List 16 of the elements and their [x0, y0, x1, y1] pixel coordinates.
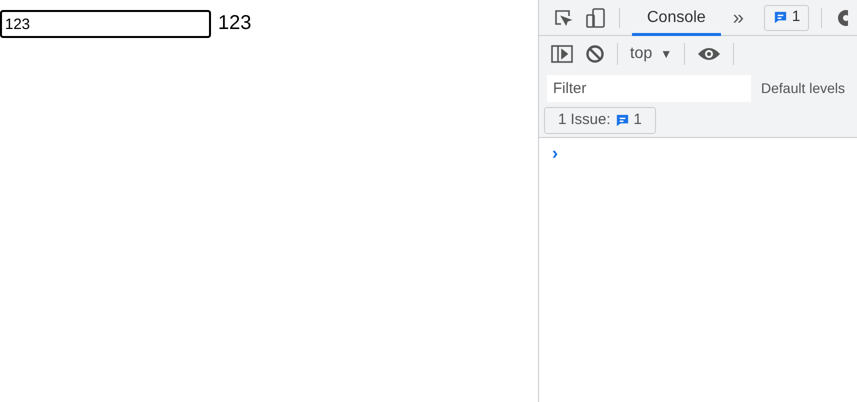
console-prompt[interactable]: ›	[552, 143, 558, 163]
device-icon[interactable]	[585, 6, 607, 28]
filter-field[interactable]: Filter	[547, 74, 751, 102]
issues-button[interactable]: 1 Issue: 1	[544, 107, 656, 134]
more-tabs[interactable]: »	[732, 2, 744, 32]
output-text: 123	[218, 11, 252, 36]
message-icon	[772, 10, 788, 25]
issues-badge[interactable]: 1	[764, 4, 810, 30]
eye-icon[interactable]	[697, 46, 722, 62]
levels-dropdown[interactable]: Default levels	[761, 78, 846, 98]
text-input[interactable]: 123	[0, 10, 211, 38]
clear-icon[interactable]	[585, 44, 605, 64]
sidebar-icon[interactable]	[551, 44, 573, 64]
context-dropdown[interactable]: top ▼	[630, 42, 672, 66]
inspect-icon[interactable]	[553, 8, 573, 28]
message-icon	[614, 113, 630, 128]
